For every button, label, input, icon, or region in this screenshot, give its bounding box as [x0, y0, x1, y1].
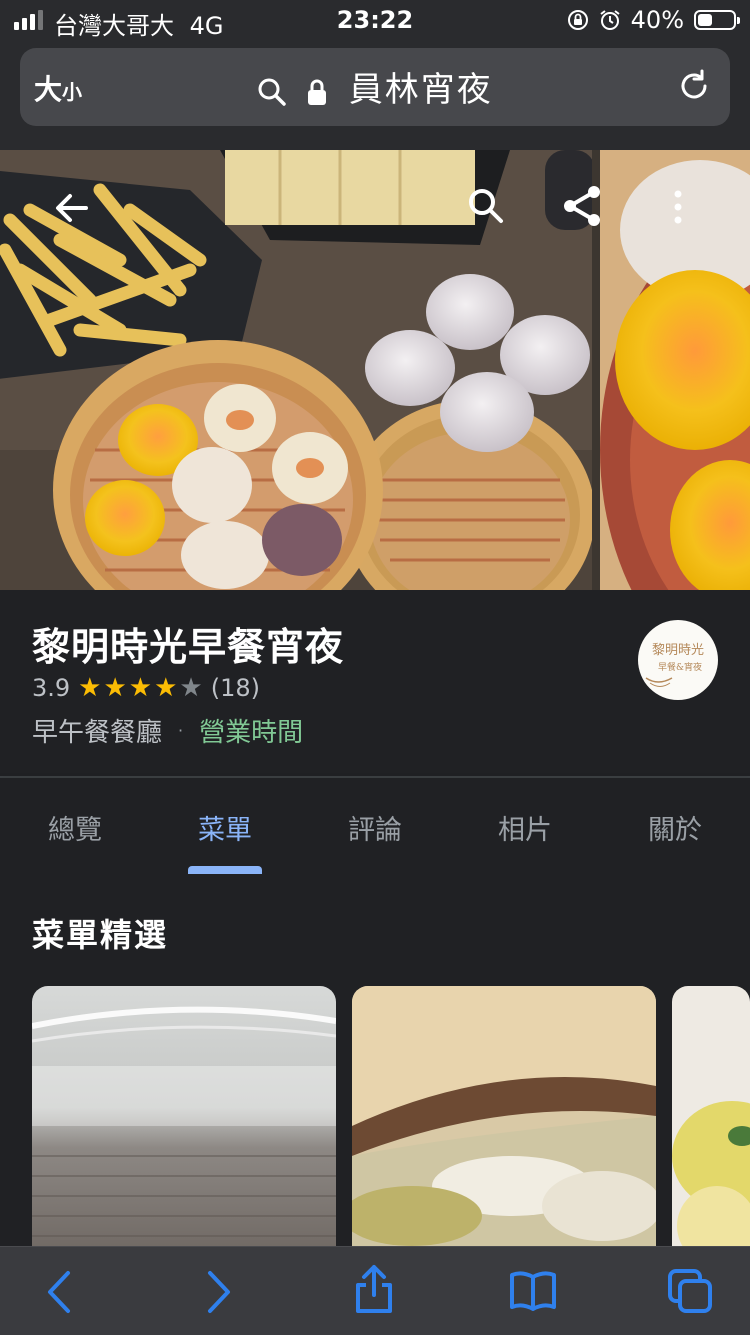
- battery-icon: [694, 10, 740, 30]
- browser-header: 大小 員林宵夜: [0, 40, 750, 150]
- category-row: 早午餐餐廳 · 營業時間: [32, 712, 303, 749]
- place-name: 黎明時光早餐宵夜: [32, 625, 345, 669]
- lock-icon: [308, 79, 326, 105]
- star-icon: ★: [179, 673, 203, 703]
- category: 早午餐餐廳: [32, 718, 163, 748]
- bookmarks-button[interactable]: [508, 1269, 558, 1313]
- url-bar[interactable]: 大小 員林宵夜: [20, 48, 730, 126]
- active-tab-indicator: [188, 866, 262, 874]
- page-title: 員林宵夜: [348, 70, 493, 110]
- tab-bar: 總覽 菜單 評論 相片 關於: [0, 778, 750, 874]
- search-icon: [258, 78, 286, 106]
- star-icon: ★: [154, 673, 178, 703]
- review-count: (18): [210, 674, 260, 702]
- share-icon[interactable]: [560, 184, 604, 228]
- menu-item-photo-drink: [32, 986, 336, 1256]
- menu-item-photo-egg: [672, 986, 750, 1256]
- menu-item-photo-burger: [352, 986, 656, 1256]
- rating-value: 3.9: [32, 674, 71, 702]
- back-arrow-icon[interactable]: [52, 188, 92, 228]
- logo-artwork: 黎明時光 早餐&宵夜: [645, 643, 704, 687]
- rating-row[interactable]: 3.9 ★ ★ ★ ★ ★ (18): [32, 674, 260, 702]
- battery-percent: 40%: [630, 6, 684, 34]
- menu-highlights-section: 菜單精選: [0, 874, 750, 1256]
- url-display[interactable]: 員林宵夜: [20, 62, 730, 111]
- orientation-lock-icon: [567, 10, 588, 30]
- logo-main-text: 黎明時光: [652, 643, 704, 658]
- star-icon: ★: [103, 673, 127, 703]
- separator: ·: [178, 721, 184, 740]
- place-logo[interactable]: 黎明時光 早餐&宵夜: [638, 620, 718, 700]
- tab-reviews[interactable]: 評論: [300, 808, 450, 847]
- tabs-button[interactable]: [666, 1267, 714, 1315]
- section-title: 菜單精選: [32, 916, 169, 954]
- menu-item-card-egg[interactable]: [672, 986, 750, 1256]
- tab-photos[interactable]: 相片: [450, 808, 600, 847]
- tab-about[interactable]: 關於: [600, 808, 750, 847]
- forward-button[interactable]: [204, 1269, 234, 1315]
- hero-photo-carousel[interactable]: [0, 150, 750, 590]
- browser-toolbar: [0, 1246, 750, 1335]
- star-rating: ★ ★ ★ ★ ★: [78, 675, 203, 701]
- star-icon: ★: [78, 673, 102, 703]
- back-button[interactable]: [44, 1269, 74, 1315]
- share-button[interactable]: [352, 1263, 396, 1315]
- battery-fill: [698, 14, 712, 26]
- logo-sub-text: 早餐&宵夜: [658, 661, 702, 673]
- alarm-icon: [600, 10, 620, 30]
- tab-overview[interactable]: 總覽: [0, 808, 150, 847]
- reload-icon[interactable]: [676, 68, 712, 104]
- menu-item-card-burger[interactable]: [352, 986, 656, 1256]
- star-icon: ★: [128, 673, 153, 703]
- more-options-icon[interactable]: [670, 188, 686, 226]
- status-right: 40%: [567, 6, 740, 34]
- place-header: 黎明時光早餐宵夜 3.9 ★ ★ ★ ★ ★ (18) 早午餐餐廳 · 營業時間 黎明時…: [0, 590, 750, 776]
- search-icon[interactable]: [466, 186, 506, 226]
- menu-item-card-drink[interactable]: [32, 986, 336, 1256]
- hours-link[interactable]: 營業時間: [199, 712, 303, 749]
- status-bar: 台灣大哥大 4G 23:22 40%: [0, 0, 750, 40]
- tab-menu[interactable]: 菜單: [150, 808, 300, 847]
